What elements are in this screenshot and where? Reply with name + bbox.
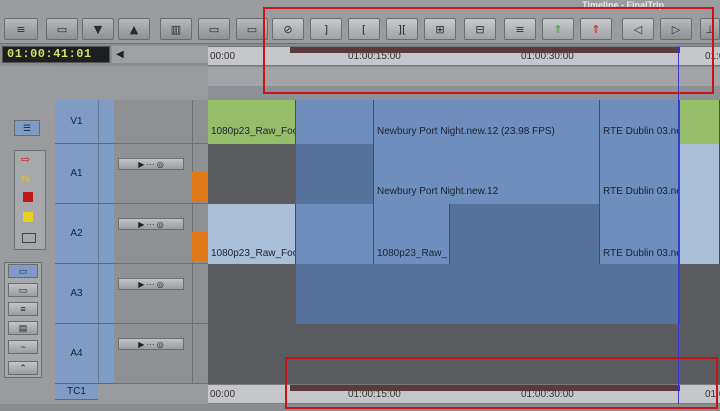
clip-a1-newbury[interactable]: Newbury Port Night.new.12 [374,144,600,204]
audio-controls-a4[interactable]: ▶ ··· ◎ [118,338,184,350]
track-label-tc1[interactable]: TC1 [55,384,98,400]
track-label-a4[interactable]: A4 [55,324,98,384]
clip-a2-rte-dublin[interactable]: RTE Dublin 03.new.02 [600,204,680,264]
track-lock-a1[interactable] [98,144,114,204]
ruler-start-label: 00:00 [210,51,236,62]
track-controls-a2 [114,204,192,264]
audio-controls-a2[interactable]: ▶ ··· ◎ [118,218,184,230]
track-label-a3[interactable]: A3 [55,264,98,324]
audio-controls-a1[interactable]: ▶ ··· ◎ [118,158,184,170]
clip-a3[interactable] [296,264,680,324]
highlight-box-bottom [285,357,718,409]
panel-spacer [0,66,55,118]
track-lock-a3[interactable] [98,264,114,324]
clip-a2-raw-2[interactable]: 1080p23_Raw_ [374,204,450,264]
track-label-v1[interactable]: V1 [55,100,98,144]
track-controls-a1 [114,144,192,204]
track-label-a1[interactable]: A1 [55,144,98,204]
filmstrip-icon[interactable]: ▭ [8,264,38,278]
settings-sliders-button[interactable]: ≡ [4,18,38,40]
monitor-toggle-button[interactable]: ▭ [46,18,78,40]
highlight-box-top [263,7,714,94]
box-icon[interactable] [22,233,36,243]
track-monitor-a4[interactable] [192,324,208,384]
red-lift-icon[interactable] [23,192,33,202]
timecode-display[interactable]: 01:00:41:01 [2,46,110,63]
arrow-down-button[interactable]: ▼ [82,18,114,40]
clip-a2-raw-footage[interactable]: 1080p23_Raw_Footage.06.new [208,204,296,264]
sliders-icon[interactable]: ≡ [8,302,38,316]
track-lock-v1[interactable] [98,100,114,144]
clip-a1-dark[interactable] [296,144,374,204]
clip-a2-dark[interactable] [450,204,600,264]
clip-a2-next[interactable] [680,204,720,264]
track-controls-a3 [114,264,192,324]
playhead-line[interactable] [678,46,679,404]
solo-indicator-a2[interactable] [192,232,208,262]
solo-indicator-a1[interactable] [192,172,208,202]
timecode-back-arrow[interactable]: ◀ [112,46,208,63]
clip-v1-next[interactable] [680,100,720,144]
frame-icon[interactable]: ▭ [8,283,38,297]
clip-a1-next[interactable] [680,144,720,204]
clip-v1-raw-footage[interactable]: 1080p23_Raw_Footage.06.new [208,100,296,144]
yellow-arrows-icon[interactable]: ⇆ [21,172,30,185]
track-monitor-a3[interactable] [192,264,208,324]
red-arrow-icon[interactable]: ⇨ [21,153,30,166]
keyboard-icon[interactable]: ▤ [8,321,38,335]
a3-empty-region [208,264,296,324]
a3-empty-end [680,264,720,324]
clip-a2-raw-footage-tail[interactable] [296,204,374,264]
wave-icon[interactable]: ~ [8,340,38,354]
track-menu-button[interactable]: ☰ [14,120,40,136]
chevron-icon[interactable]: ⌃ [8,361,38,375]
audio-controls-a3[interactable]: ▶ ··· ◎ [118,278,184,290]
clip-v1-raw-footage-tail[interactable] [296,100,374,144]
clip-view-button[interactable]: ▥ [160,18,192,40]
clip-v1-newbury[interactable]: Newbury Port Night.new.12 (23.98 FPS) [374,100,600,144]
splice-in-button[interactable]: ▭ [198,18,230,40]
ruler-bottom-start: 00:00 [210,389,236,400]
track-lock-a4[interactable] [98,324,114,384]
clip-v1-rte-dublin[interactable]: RTE Dublin 03.new.02 [600,100,680,144]
track-lock-a2[interactable] [98,204,114,264]
yellow-square-icon[interactable] [23,212,33,222]
a1-empty-region [208,144,296,204]
track-label-a2[interactable]: A2 [55,204,98,264]
track-controls-a4 [114,324,192,384]
clip-a1-rte-dublin[interactable]: RTE Dublin 03.new.02 [600,144,680,204]
track-monitor-v1[interactable] [192,100,208,144]
arrow-up-button[interactable]: ▲ [118,18,150,40]
track-controls-v1 [114,100,192,144]
